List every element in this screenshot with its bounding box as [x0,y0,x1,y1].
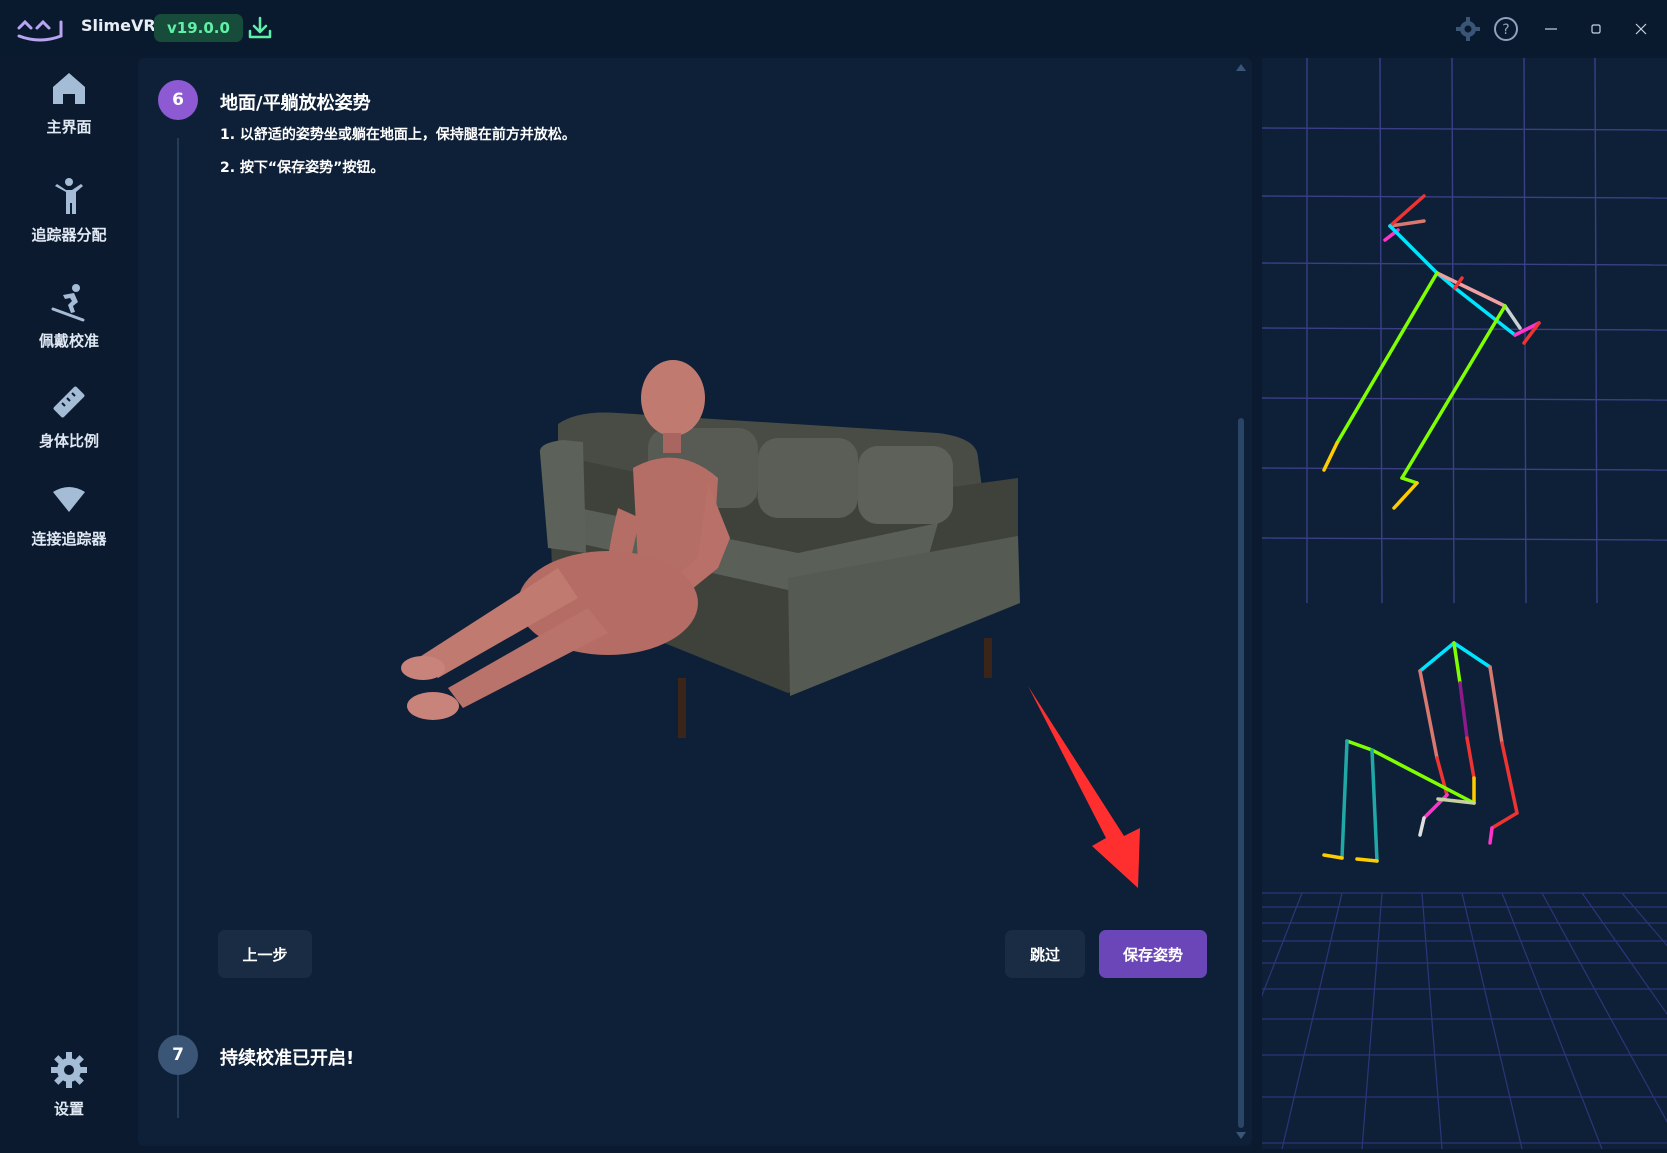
ruler-icon [53,386,85,418]
svg-text:?: ? [1502,22,1509,38]
step-title: 地面/平躺放松姿势 [220,93,371,114]
slimevr-logo-icon [17,19,63,42]
sidebar-item-label: 追踪器分配 [31,226,107,244]
skeleton-preview-side[interactable] [1262,603,1667,1149]
sidebar-item-body-proportions[interactable]: 身体比例 [6,382,132,451]
sidebar-item-label: 连接追踪器 [31,530,107,548]
scroll-up-arrow[interactable] [1236,64,1246,71]
back-button[interactable]: 上一步 [218,930,312,978]
sidebar-item-connect-tracker[interactable]: 连接追踪器 [6,480,132,549]
minimize-icon[interactable] [1536,14,1566,44]
skeleton-side-view [1262,641,1667,1149]
wifi-icon [53,487,85,512]
step-title: 持续校准已开启! [220,1048,355,1069]
sidebar-item-label: 设置 [53,1100,84,1118]
download-icon[interactable] [246,14,274,42]
sidebar: 主界面 追踪器分配 佩戴校准 身体比例 连接追踪器 设置 [0,56,138,1153]
home-icon [53,73,85,104]
pose-illustration [401,360,1020,738]
skeleton-preview-top[interactable] [1262,58,1667,603]
sidebar-item-label: 身体比例 [38,432,99,450]
step-number-badge: 6 [158,80,198,120]
scrollbar-thumb[interactable] [1238,418,1244,1128]
step-instruction-2: 2. 按下“保存姿势”按钮。 [220,160,385,176]
gear-icon[interactable] [1453,14,1483,44]
sidebar-item-settings[interactable]: 设置 [6,1050,132,1119]
sidebar-item-mounting-calibration[interactable]: 佩戴校准 [6,282,132,351]
person-icon [55,178,83,214]
scroll-down-arrow[interactable] [1236,1132,1246,1139]
sidebar-item-home[interactable]: 主界面 [6,68,132,137]
step-timeline [177,138,179,1118]
version-badge[interactable]: v19.0.0 [154,14,243,42]
skeleton-top-view [1262,58,1667,603]
title-bar: SlimeVR v19.0.0 ? [0,0,1667,56]
maximize-icon[interactable] [1581,14,1611,44]
skier-icon [51,284,85,322]
step-number-badge: 7 [158,1035,198,1075]
sidebar-item-label: 主界面 [46,118,92,136]
save-pose-button[interactable]: 保存姿势 [1099,930,1207,978]
skip-button[interactable]: 跳过 [1005,930,1085,978]
app-title: SlimeVR [81,16,156,35]
sidebar-item-label: 佩戴校准 [38,332,99,350]
close-icon[interactable] [1626,14,1656,44]
help-icon[interactable]: ? [1491,14,1521,44]
sidebar-item-tracker-assignment[interactable]: 追踪器分配 [6,176,132,245]
gear-icon [51,1052,87,1088]
red-arrow-annotation [1028,686,1140,888]
step-instruction-1: 1. 以舒适的姿势坐或躺在地面上，保持腿在前方并放松。 [220,127,576,143]
calibration-panel: 6 地面/平躺放松姿势 1. 以舒适的姿势坐或躺在地面上，保持腿在前方并放松。 … [138,58,1252,1146]
